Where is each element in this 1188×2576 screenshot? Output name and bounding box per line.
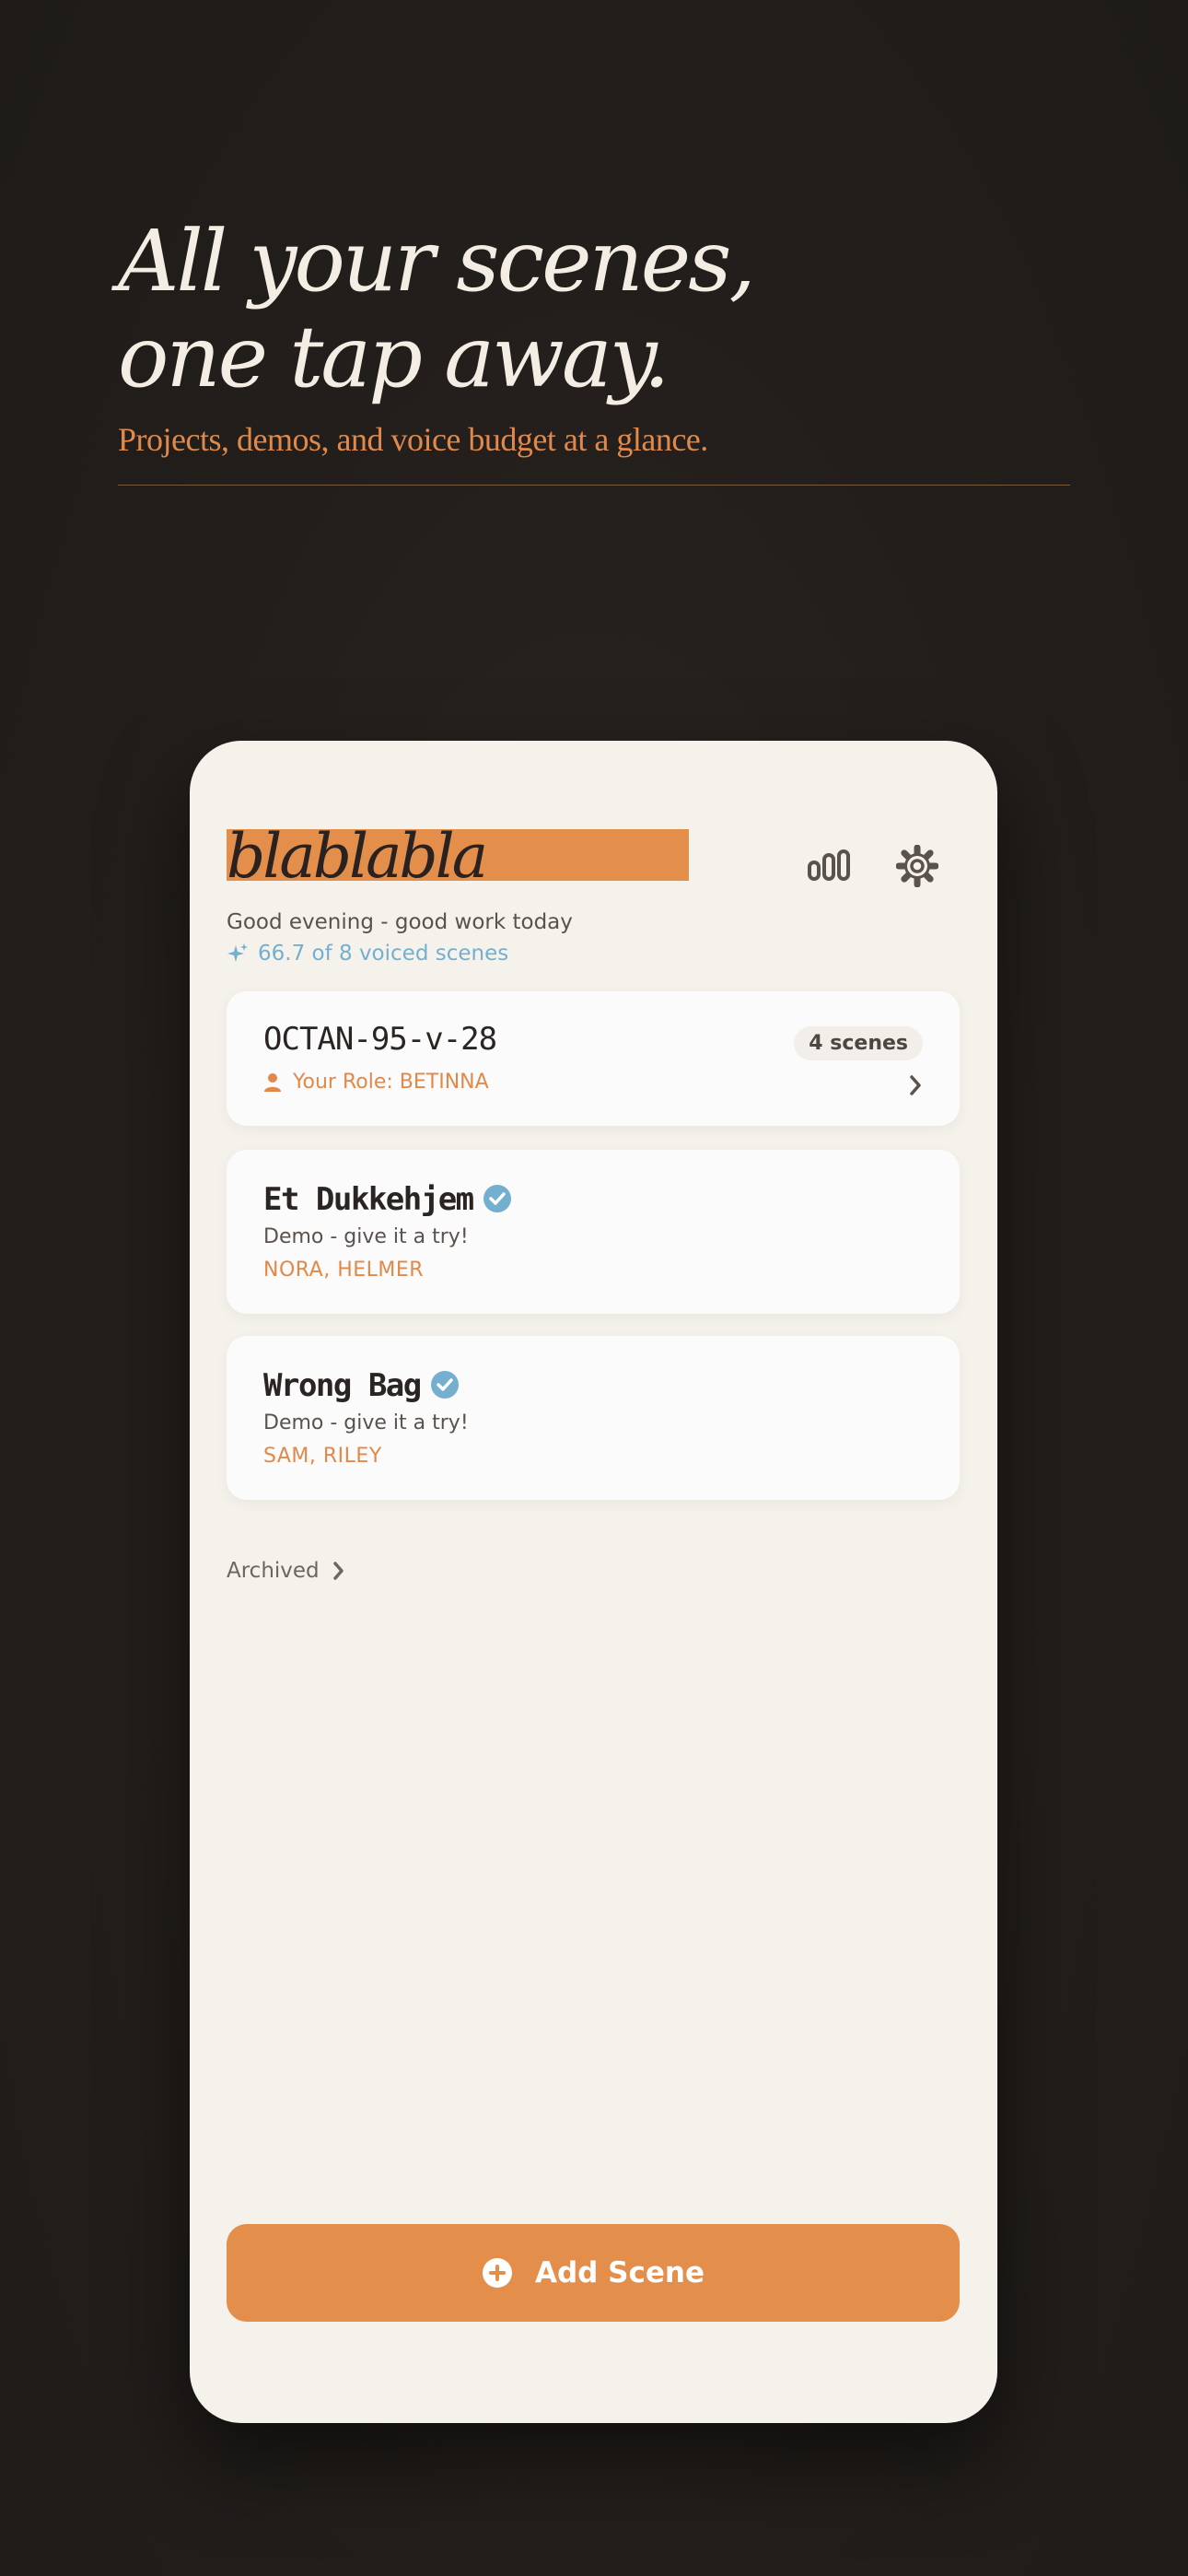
project-card[interactable]: OCTAN-95-v-28 4 scenes Your Role: BETINN… bbox=[227, 991, 960, 1126]
demo-cast: SAM, RILEY bbox=[263, 1445, 382, 1468]
gear-icon bbox=[896, 845, 938, 887]
verified-badge-icon bbox=[430, 1370, 459, 1399]
person-icon bbox=[264, 1072, 281, 1092]
demo-title: Et Dukkehjem bbox=[263, 1181, 512, 1218]
demo-title: Wrong Bag bbox=[263, 1367, 460, 1404]
verified-badge-icon bbox=[483, 1184, 511, 1212]
chevron-right-icon bbox=[332, 1562, 344, 1580]
phone-screen: blablabla Good evening - good work today bbox=[190, 741, 997, 2423]
project-title: OCTAN-95-v-28 bbox=[263, 1021, 497, 1058]
add-scene-button[interactable]: Add Scene bbox=[227, 2224, 960, 2322]
demo-title-text: Et Dukkehjem bbox=[263, 1181, 474, 1218]
chevron-right-icon bbox=[910, 1075, 921, 1095]
add-scene-label: Add Scene bbox=[535, 2256, 705, 2289]
greeting-text: Good evening - good work today bbox=[227, 910, 573, 934]
voiced-summary: 66.7 of 8 voiced scenes bbox=[227, 942, 508, 966]
archived-label: Archived bbox=[227, 1559, 320, 1583]
voiced-summary-text: 66.7 of 8 voiced scenes bbox=[258, 942, 509, 966]
app-title: blablabla bbox=[227, 821, 488, 892]
demo-title-text: Wrong Bag bbox=[263, 1367, 422, 1404]
stats-button[interactable] bbox=[801, 838, 856, 894]
archived-link[interactable]: Archived bbox=[227, 1559, 345, 1583]
sparkle-icon bbox=[227, 943, 248, 962]
demo-cast: NORA, HELMER bbox=[263, 1259, 425, 1282]
demo-subtitle: Demo - give it a try! bbox=[263, 1411, 469, 1434]
demo-subtitle: Demo - give it a try! bbox=[263, 1225, 469, 1248]
hero-section: All your scenes, one tap away. Projects,… bbox=[118, 214, 1070, 486]
scene-count-badge: 4 scenes bbox=[794, 1026, 923, 1060]
hero-subheadline: Projects, demos, and voice budget at a g… bbox=[118, 421, 708, 458]
role-text: Your Role: BETINNA bbox=[293, 1071, 489, 1094]
bar-chart-icon bbox=[808, 849, 850, 881]
demo-card[interactable]: Et Dukkehjem Demo - give it a try! NORA,… bbox=[227, 1150, 960, 1314]
demo-card[interactable]: Wrong Bag Demo - give it a try! SAM, RIL… bbox=[227, 1336, 960, 1500]
role-line: Your Role: BETINNA bbox=[263, 1071, 489, 1094]
plus-circle-icon bbox=[483, 2258, 512, 2288]
hero-headline: All your scenes, one tap away. bbox=[118, 212, 756, 406]
hero-divider bbox=[118, 485, 1070, 486]
settings-button[interactable] bbox=[890, 838, 945, 894]
